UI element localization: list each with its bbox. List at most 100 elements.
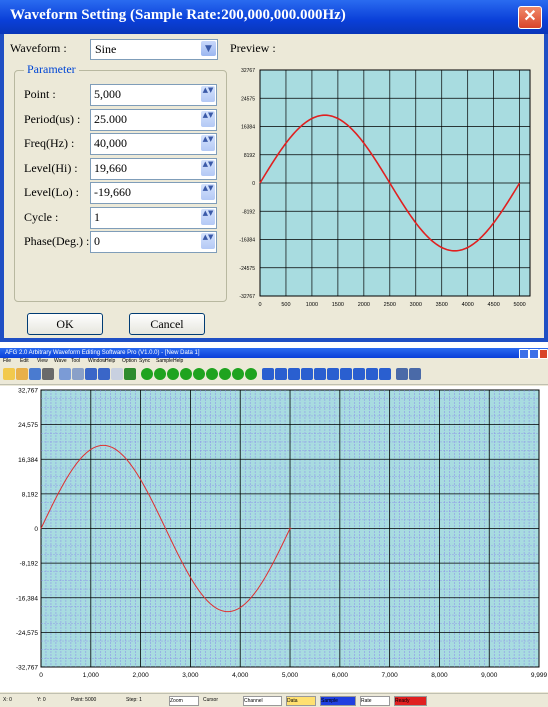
editor-y-tick: 24,575 [18,422,38,429]
menu-item-window[interactable]: Window [88,358,106,365]
preview-x-tick: 5000 [513,302,525,308]
square-icon[interactable] [154,368,166,380]
print-icon[interactable] [42,368,54,380]
param-input-phase-deg[interactable]: 0 ▲▼ [90,231,217,253]
ok-button[interactable]: OK [27,313,103,335]
param-label-level-hi: Level(Hi) : [24,160,78,175]
toolbar [0,365,548,385]
wave-e-icon[interactable] [314,368,326,380]
dc-icon[interactable] [219,368,231,380]
chart-icon[interactable] [396,368,408,380]
param-label-freq-hz: Freq(Hz) : [24,136,75,150]
editor-x-tick: 5,000 [282,672,299,679]
grid-icon[interactable] [111,368,123,380]
preview-x-tick: 1500 [332,302,344,308]
wave-f-icon[interactable] [327,368,339,380]
editor-x-tick: 8,000 [431,672,448,679]
menu-item-sample[interactable]: Sample [156,358,173,365]
param-input-level-hi[interactable]: 19,660 ▲▼ [90,157,217,180]
preview-y-tick: -24575 [239,266,255,272]
save-icon[interactable] [29,368,41,380]
param-input-period-us[interactable]: 25.000 ▲▼ [90,108,217,131]
math-icon[interactable] [245,368,257,380]
menu-item-view[interactable]: View [37,358,48,365]
menu-item-help[interactable]: Help [173,358,183,365]
param-value: -19,660 [94,185,131,199]
wave-d-icon[interactable] [301,368,313,380]
menu-item-help[interactable]: Help [105,358,115,365]
triangle-icon[interactable] [167,368,179,380]
menu-item-file[interactable]: File [3,358,11,365]
param-label-level-lo: Level(Lo) : [24,185,79,199]
status-field: Point: 5000 [71,697,97,703]
undo-icon[interactable] [85,368,97,380]
chevron-down-icon[interactable]: ▼ [201,41,216,56]
preview-y-tick: -8192 [242,209,255,215]
bars-icon[interactable] [409,368,421,380]
editor-x-tick: 3,000 [182,672,199,679]
wave-i-icon[interactable] [366,368,378,380]
new-icon[interactable] [3,368,15,380]
waveform-editor-chart[interactable]: 32,767 24,575 16,384 8,192 0 -8,192 -16,384 -24… [0,386,548,692]
editor-x-tick: 2,000 [132,672,149,679]
preview-x-tick: 4000 [462,302,474,308]
wave-b-icon[interactable] [275,368,287,380]
editor-y-tick: -8,192 [20,561,39,568]
param-value: 5,000 [94,87,121,101]
app-title-bar[interactable]: AFG 2.0 Arbitrary Waveform Editing Softw… [0,348,548,359]
pulse-icon[interactable] [206,368,218,380]
spinner-icon[interactable]: ▲▼ [201,184,215,200]
cut-icon[interactable] [72,368,84,380]
waveform-setting-dialog: Waveform Setting (Sample Rate:200,000,00… [0,0,548,342]
app-title: AFG 2.0 Arbitrary Waveform Editing Softw… [5,350,200,356]
sinc-icon[interactable] [232,368,244,380]
menu-item-tool[interactable]: Tool [71,358,80,365]
status-field: X: 0 [3,697,12,703]
menu-item-sync[interactable]: Sync [139,358,150,365]
spinner-icon[interactable]: ▲▼ [201,135,215,151]
param-value: 40,000 [94,136,127,150]
parameter-group-title: Parameter [24,62,79,77]
waveform-select[interactable]: Sine ▼ [90,39,218,60]
param-input-freq-hz[interactable]: 40,000 ▲▼ [90,133,217,155]
editor-x-tick: 6,000 [332,672,349,679]
editor-x-tick: 7,000 [381,672,398,679]
param-input-cycle[interactable]: 1 ▲▼ [90,206,217,229]
spinner-icon[interactable]: ▲▼ [201,159,215,176]
menu-item-option[interactable]: Option [122,358,137,365]
open-icon[interactable] [16,368,28,380]
preview-y-tick: 16384 [241,125,255,131]
sine-icon[interactable] [141,368,153,380]
cancel-button[interactable]: Cancel [129,313,205,335]
redo-icon[interactable] [98,368,110,380]
menu-item-wave[interactable]: Wave [54,358,67,365]
param-label-phase-deg: Phase(Deg.) : [24,234,90,248]
param-input-point[interactable]: 5,000 ▲▼ [90,84,217,106]
spinner-icon[interactable]: ▲▼ [201,233,215,249]
status-field: Zoom [169,696,199,706]
preview-y-tick: 32767 [241,68,255,74]
close-icon[interactable]: ✕ [518,6,542,29]
preview-x-tick: 4500 [488,302,500,308]
editor-y-tick: -32,767 [16,665,38,672]
status-field: Ready [394,696,427,706]
editor-window: AFG 2.0 Arbitrary Waveform Editing Softw… [0,348,548,707]
spinner-icon[interactable]: ▲▼ [201,86,215,102]
wave-g-icon[interactable] [340,368,352,380]
wave-a-icon[interactable] [262,368,274,380]
series-end-marker[interactable]: + [288,526,292,533]
wave-h-icon[interactable] [353,368,365,380]
spinner-icon[interactable]: ▲▼ [201,110,215,127]
param-input-level-lo[interactable]: -19,660 ▲▼ [90,182,217,204]
fit-icon[interactable] [124,368,136,380]
ramp-icon[interactable] [180,368,192,380]
noise-icon[interactable] [193,368,205,380]
scroll-icon[interactable] [379,368,391,380]
dialog-title-bar[interactable]: Waveform Setting (Sample Rate:200,000,00… [0,0,548,34]
spinner-icon[interactable]: ▲▼ [201,208,215,225]
menu-item-edit[interactable]: Edit [20,358,29,365]
editor-x-tick: 9,999 [531,672,548,679]
wave-c-icon[interactable] [288,368,300,380]
status-bar: X: 0 Y: 0 Point: 5000 Step: 1 Zoom Cursor Chan… [0,693,548,707]
zoom-icon[interactable] [59,368,71,380]
